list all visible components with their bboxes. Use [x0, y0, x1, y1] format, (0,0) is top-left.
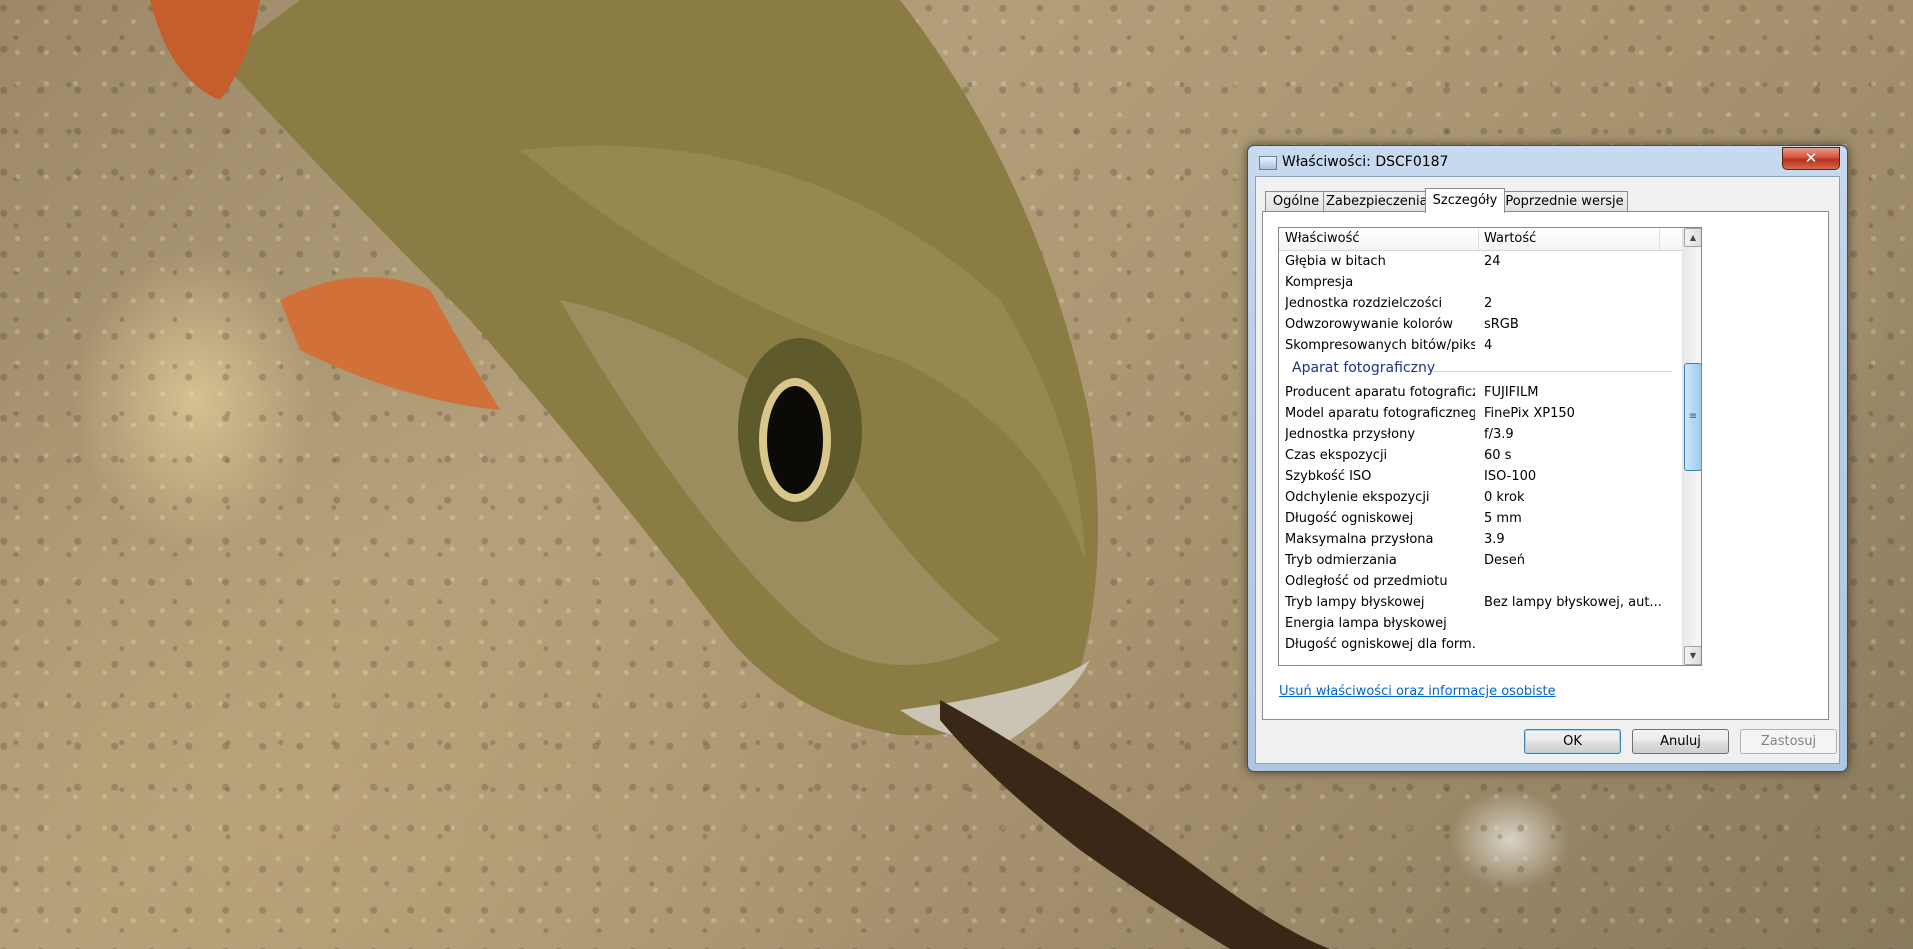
property-value: f/3.9: [1484, 427, 1514, 442]
properties-dialog: Właściwości: DSCF0187 ✕ Ogólne Zabezpiec…: [1247, 145, 1848, 772]
title-bar[interactable]: Właściwości: DSCF0187 ✕: [1248, 146, 1847, 176]
property-value: 5 mm: [1484, 511, 1522, 526]
tab-previous-versions[interactable]: Poprzednie wersje: [1501, 191, 1628, 212]
property-value: 4: [1484, 338, 1493, 353]
vertical-scrollbar[interactable]: ▲ ≡ ▼: [1682, 228, 1701, 665]
image-file-icon: [1259, 156, 1277, 170]
property-name: Producent aparatu fotograficzn...: [1285, 385, 1475, 400]
window-title: Właściwości: DSCF0187: [1282, 154, 1449, 170]
property-name: Odległość od przedmiotu: [1285, 574, 1448, 589]
list-row[interactable]: Czas ekspozycji 60 s: [1279, 445, 1682, 466]
property-name: Maksymalna przysłona: [1285, 532, 1434, 547]
group-header-camera: Aparat fotograficzny: [1279, 356, 1682, 382]
close-button[interactable]: ✕: [1782, 147, 1840, 170]
property-value: Deseń: [1484, 553, 1526, 568]
property-name: Model aparatu fotograficznego: [1285, 406, 1475, 421]
property-name: Tryb odmierzania: [1285, 553, 1397, 568]
remove-properties-link[interactable]: Usuń właściwości oraz informacje osobist…: [1279, 684, 1556, 699]
scroll-down-arrow-icon[interactable]: ▼: [1684, 646, 1701, 665]
property-value: sRGB: [1484, 317, 1519, 332]
property-name: Energia lampa błyskowej: [1285, 616, 1447, 631]
list-header: Właściwość Wartość: [1279, 228, 1682, 251]
property-value: 0 krok: [1484, 490, 1525, 505]
property-name: Skompresowanych bitów/piksel: [1285, 338, 1475, 353]
list-rows: Głębia w bitach 24 Kompresja Jednostka ro…: [1279, 251, 1682, 655]
group-label: Aparat fotograficzny: [1292, 360, 1436, 376]
property-value: 24: [1484, 254, 1501, 269]
property-name: Długość ogniskowej dla form...: [1285, 637, 1475, 652]
list-row[interactable]: Kompresja: [1279, 272, 1682, 293]
property-value: 3.9: [1484, 532, 1505, 547]
list-row[interactable]: Długość ogniskowej dla form...: [1279, 634, 1682, 655]
dialog-client-area: Ogólne Zabezpieczenia Szczegóły Poprzedn…: [1255, 176, 1840, 764]
list-row[interactable]: Tryb lampy błyskowej Bez lampy błyskowej,…: [1279, 592, 1682, 613]
tab-details[interactable]: Szczegóły: [1425, 188, 1505, 213]
properties-list[interactable]: Właściwość Wartość Głębia w bitach 24 Kom…: [1278, 227, 1702, 666]
list-row[interactable]: Maksymalna przysłona 3.9: [1279, 529, 1682, 550]
column-separator[interactable]: [1659, 228, 1660, 250]
property-value: Bez lampy błyskowej, aut...: [1484, 595, 1662, 610]
list-row[interactable]: Skompresowanych bitów/piksel 4: [1279, 335, 1682, 356]
property-value: ISO-100: [1484, 469, 1537, 484]
property-name: Odchylenie ekspozycji: [1285, 490, 1430, 505]
details-panel: Właściwość Wartość Głębia w bitach 24 Kom…: [1262, 211, 1829, 720]
property-value: FinePix XP150: [1484, 406, 1575, 421]
cancel-button[interactable]: Anuluj: [1632, 729, 1729, 754]
tab-general[interactable]: Ogólne: [1265, 191, 1327, 212]
apply-button[interactable]: Zastosuj: [1740, 729, 1837, 754]
list-row[interactable]: Tryb odmierzania Deseń: [1279, 550, 1682, 571]
column-header-property[interactable]: Właściwość: [1279, 228, 1360, 250]
group-divider: [1434, 371, 1672, 372]
list-row[interactable]: Model aparatu fotograficznego FinePix XP1…: [1279, 403, 1682, 424]
list-row[interactable]: Odległość od przedmiotu: [1279, 571, 1682, 592]
list-row[interactable]: Głębia w bitach 24: [1279, 251, 1682, 272]
list-row[interactable]: Producent aparatu fotograficzn... FUJIFIL…: [1279, 382, 1682, 403]
property-name: Jednostka rozdzielczości: [1285, 296, 1443, 311]
list-row[interactable]: Odwzorowywanie kolorów sRGB: [1279, 314, 1682, 335]
property-name: Czas ekspozycji: [1285, 448, 1388, 463]
list-row[interactable]: Jednostka rozdzielczości 2: [1279, 293, 1682, 314]
ok-button[interactable]: OK: [1524, 729, 1621, 754]
property-name: Tryb lampy błyskowej: [1285, 595, 1425, 610]
property-name: Długość ogniskowej: [1285, 511, 1414, 526]
list-row[interactable]: Energia lampa błyskowej: [1279, 613, 1682, 634]
property-value: FUJIFILM: [1484, 385, 1539, 400]
property-name: Głębia w bitach: [1285, 254, 1386, 269]
list-row[interactable]: Długość ogniskowej 5 mm: [1279, 508, 1682, 529]
property-name: Szybkość ISO: [1285, 469, 1372, 484]
list-row[interactable]: Odchylenie ekspozycji 0 krok: [1279, 487, 1682, 508]
property-value: 2: [1484, 296, 1493, 311]
scrollbar-thumb[interactable]: ≡: [1684, 363, 1701, 471]
tab-security[interactable]: Zabezpieczenia: [1323, 191, 1429, 212]
property-name: Jednostka przysłony: [1285, 427, 1416, 442]
list-row[interactable]: Szybkość ISO ISO-100: [1279, 466, 1682, 487]
column-header-value[interactable]: Wartość: [1478, 228, 1536, 250]
list-row[interactable]: Jednostka przysłony f/3.9: [1279, 424, 1682, 445]
property-value: 60 s: [1484, 448, 1512, 463]
property-name: Kompresja: [1285, 275, 1354, 290]
scroll-up-arrow-icon[interactable]: ▲: [1684, 228, 1701, 247]
property-name: Odwzorowywanie kolorów: [1285, 317, 1454, 332]
